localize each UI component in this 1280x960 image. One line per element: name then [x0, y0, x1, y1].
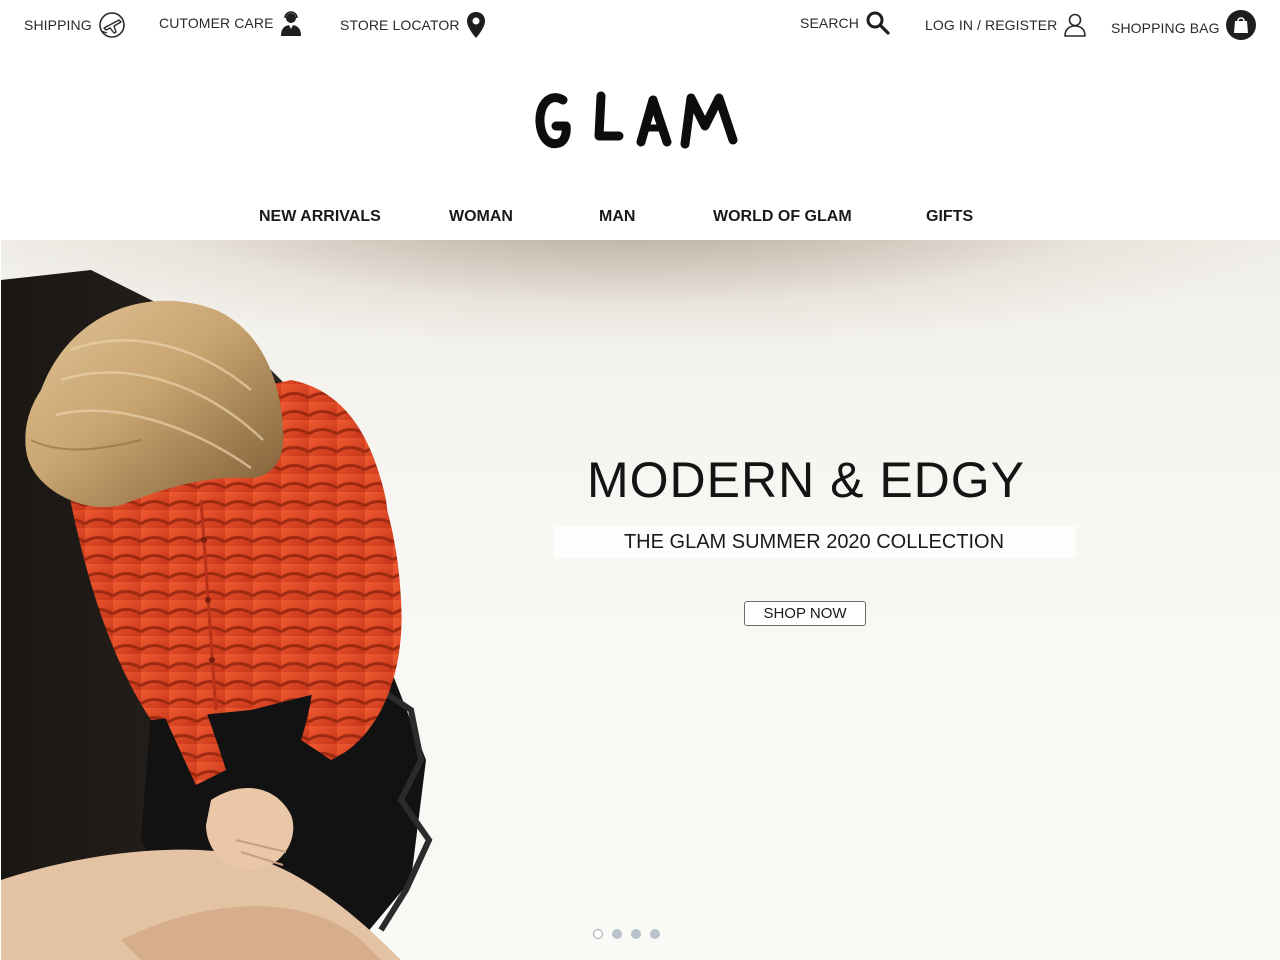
shopping-bag-icon: [1225, 10, 1256, 40]
user-outline-icon: [1064, 13, 1087, 37]
nav-man[interactable]: MAN: [599, 204, 635, 230]
search-label: SEARCH: [800, 15, 859, 31]
nav-world-of-glam[interactable]: WORLD OF GLAM: [713, 204, 852, 230]
nav-gifts[interactable]: GIFTS: [926, 204, 973, 230]
glam-logo-mark: [535, 91, 738, 149]
map-pin-icon: [466, 12, 485, 38]
carousel-dot-4[interactable]: [650, 929, 660, 939]
nav-new-arrivals[interactable]: NEW ARRIVALS: [259, 204, 381, 230]
hero-banner: MODERN & EDGY THE GLAM SUMMER 2020 COLLE…: [1, 240, 1280, 960]
carousel-dot-3[interactable]: [631, 929, 641, 939]
airplane-stamp-icon: [98, 12, 125, 38]
hero-subtitle: THE GLAM SUMMER 2020 COLLECTION: [623, 531, 1005, 553]
login-register-label: LOG IN / REGISTER: [925, 17, 1058, 33]
store-locator-link[interactable]: STORE LOCATOR: [340, 10, 486, 40]
nav-woman[interactable]: WOMAN: [449, 204, 513, 230]
store-locator-label: STORE LOCATOR: [340, 17, 460, 33]
carousel-dot-2[interactable]: [612, 929, 622, 939]
magnifier-icon: [866, 11, 890, 35]
shipping-link[interactable]: SHIPPING: [24, 10, 126, 40]
search-link[interactable]: SEARCH: [800, 8, 891, 38]
person-headset-icon: [280, 11, 301, 36]
hero-title: MODERN & EDGY: [586, 452, 1026, 508]
hero-model-image: [1, 270, 433, 960]
customer-care-link[interactable]: CUTOMER CARE: [159, 8, 302, 38]
shopping-bag-link[interactable]: SHOPPING BAG: [1111, 10, 1256, 40]
customer-care-label: CUTOMER CARE: [159, 15, 274, 31]
carousel-dot-1[interactable]: [593, 929, 603, 939]
login-register-link[interactable]: LOG IN / REGISTER: [925, 10, 1087, 40]
shopping-bag-label: SHOPPING BAG: [1111, 20, 1220, 36]
brand-logo[interactable]: [0, 82, 1280, 162]
shop-now-button[interactable]: SHOP NOW: [744, 601, 866, 626]
shipping-label: SHIPPING: [24, 17, 92, 33]
